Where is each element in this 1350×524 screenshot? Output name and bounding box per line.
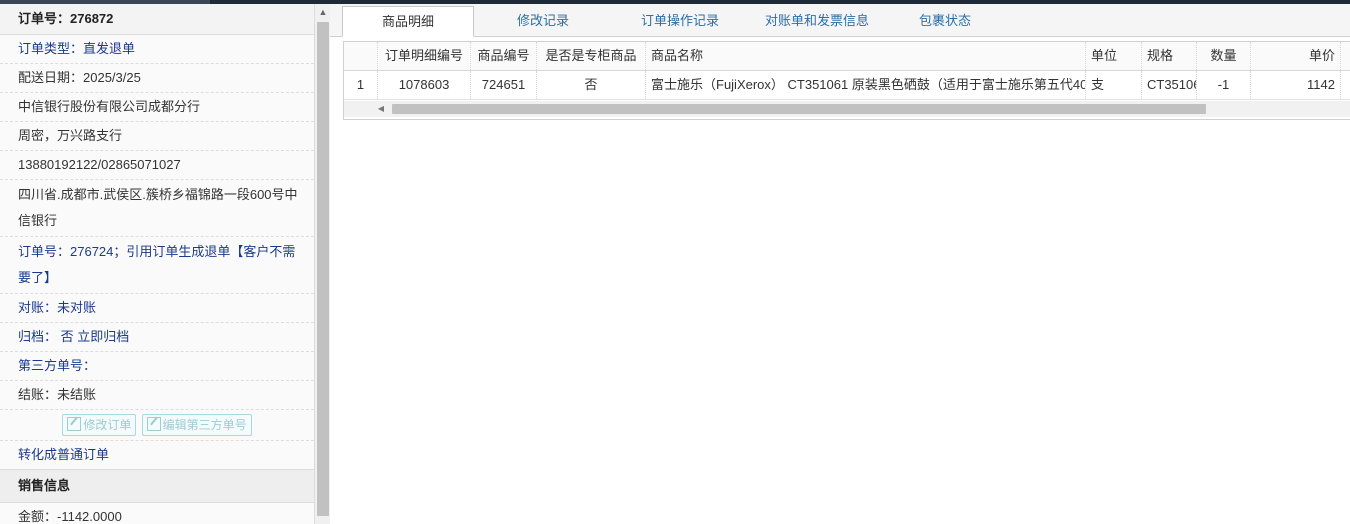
cell-product-name[interactable]: 富士施乐（FujiXerox） CT351061 原装黑色硒鼓（适用于富士施乐第… <box>646 71 1086 99</box>
header-qty[interactable]: 数量 <box>1197 42 1251 70</box>
cell-detail-no: 1078603 <box>378 71 471 99</box>
header-index <box>344 42 378 70</box>
tab-operation-records[interactable]: 订单操作记录 <box>620 6 740 36</box>
header-product-no[interactable]: 商品编号 <box>471 42 537 70</box>
settle-status: 结账：未结账 <box>0 381 314 410</box>
delivery-address: 四川省.成都市.武侯区.簇桥乡福锦路一段600号中信银行 <box>0 180 314 237</box>
edit-icon <box>67 417 82 431</box>
header-unit[interactable]: 单位 <box>1086 42 1142 70</box>
tab-package-status[interactable]: 包裹状态 <box>890 6 1000 36</box>
modify-order-button[interactable]: 修改订单 <box>62 414 137 436</box>
horizontal-scrollbar-thumb[interactable] <box>392 104 1206 114</box>
table-row[interactable]: 1 1078603 724651 否 富士施乐（FujiXerox） CT351… <box>344 71 1350 100</box>
reference-order: 订单号：276724；引用订单生成退单【客户不需要了】 <box>0 237 314 294</box>
edit-third-party-label: 编辑第三方单号 <box>162 418 247 432</box>
grid-horizontal-scrollbar[interactable]: ◀ <box>344 101 1350 117</box>
header-spec[interactable]: 规格 <box>1142 42 1197 70</box>
header-product-name[interactable]: 商品名称 <box>646 42 1086 70</box>
tab-product-details[interactable]: 商品明细 <box>342 6 474 37</box>
reconcile-status: 对账：未对账 <box>0 294 314 323</box>
sales-amount: 金额：-1142.0000 <box>18 509 122 524</box>
cell-unit: 支 <box>1086 71 1142 99</box>
left-panel-scrollbar[interactable]: ▲ <box>314 4 331 524</box>
company-name: 中信银行股份有限公司成都分行 <box>0 93 314 122</box>
grid-header-row: 订单明细编号 商品编号 是否是专柜商品 商品名称 单位 规格 数量 单价 <box>344 42 1350 71</box>
tab-modify-records[interactable]: 修改记录 <box>488 6 598 36</box>
tab-statement-invoice[interactable]: 对账单和发票信息 <box>754 6 880 36</box>
cell-qty: -1 <box>1197 71 1251 99</box>
product-grid: 订单明细编号 商品编号 是否是专柜商品 商品名称 单位 规格 数量 单价 1 1… <box>343 41 1350 120</box>
cell-product-no[interactable]: 724651 <box>471 71 537 99</box>
tab-bar: 商品明细 修改记录 订单操作记录 对账单和发票信息 包裹状态 <box>330 4 1350 37</box>
third-party-number: 第三方单号： <box>0 352 314 381</box>
archive-status[interactable]: 归档： 否 立即归档 <box>0 323 314 352</box>
modify-order-label: 修改订单 <box>83 418 132 432</box>
action-buttons: 修改订单 编辑第三方单号 <box>0 410 314 441</box>
detail-panel: 商品明细 修改记录 订单操作记录 对账单和发票信息 包裹状态 订单明细编号 商品… <box>330 4 1350 524</box>
scrollbar-thumb[interactable] <box>317 22 329 516</box>
header-price[interactable]: 单价 <box>1251 42 1341 70</box>
convert-normal-order-link[interactable]: 转化成普通订单 <box>0 441 314 469</box>
header-detail-no[interactable]: 订单明细编号 <box>378 42 471 70</box>
phone-number: 13880192122/02865071027 <box>0 151 314 180</box>
header-is-counter[interactable]: 是否是专柜商品 <box>537 42 646 70</box>
order-number-header: 订单号：276872 <box>0 4 314 35</box>
cell-spec: CT351061 <box>1142 71 1197 99</box>
contact-person: 周密，万兴路支行 <box>0 122 314 151</box>
edit-icon <box>146 417 161 431</box>
cell-is-counter: 否 <box>537 71 646 99</box>
cell-price: 1142 <box>1251 71 1341 99</box>
order-info-panel: 订单号：276872 订单类型：直发退单 配送日期：2025/3/25 中信银行… <box>0 4 315 524</box>
scroll-up-arrow-icon[interactable]: ▲ <box>315 4 331 20</box>
row-index: 1 <box>344 71 378 99</box>
delivery-date: 配送日期：2025/3/25 <box>0 64 314 93</box>
edit-third-party-button[interactable]: 编辑第三方单号 <box>141 414 252 436</box>
scroll-left-arrow-icon[interactable]: ◀ <box>374 101 388 117</box>
order-type: 订单类型：直发退单 <box>0 35 314 64</box>
sales-info-header: 销售信息 <box>0 469 314 503</box>
